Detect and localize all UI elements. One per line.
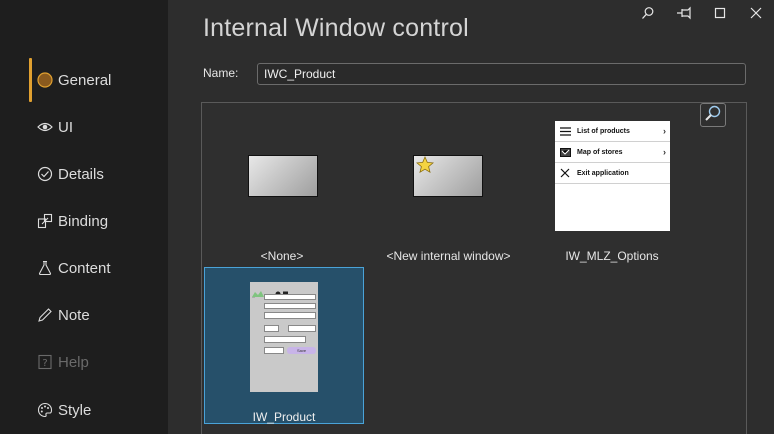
form-field (264, 312, 316, 319)
active-indicator (29, 58, 32, 102)
exit-icon (559, 168, 571, 178)
list-item: Exit application (555, 163, 670, 184)
menu-item-label: Map of stores (577, 148, 623, 156)
palette-icon (36, 401, 54, 419)
clock-icon (36, 165, 54, 183)
tile-caption: IW_Product (252, 410, 316, 424)
page-title: Internal Window control (203, 14, 469, 42)
close-icon (750, 6, 762, 24)
close-button[interactable] (738, 0, 774, 30)
tile-iw-mlz-options[interactable]: List of products › Map of stores › Exit … (542, 121, 682, 263)
blank-window-thumbnail (248, 155, 318, 197)
form-field (264, 347, 284, 354)
form-field (264, 303, 316, 309)
tile-iw-product[interactable]: — Save IW_Product (204, 267, 364, 424)
sidebar-item-binding[interactable]: Binding (36, 204, 108, 238)
chevron-right-icon: › (663, 147, 666, 157)
sidebar-item-label: Details (58, 165, 104, 183)
maximize-button[interactable] (702, 0, 738, 30)
list-item: List of products › (555, 121, 670, 142)
sidebar-item-style[interactable]: Style (36, 393, 91, 427)
window-controls (630, 0, 774, 30)
menu-item-label: Exit application (577, 169, 629, 177)
form-field (264, 325, 279, 332)
pencil-icon (36, 306, 54, 324)
sidebar-item-label: UI (58, 118, 73, 136)
circle-dot-icon (36, 71, 54, 89)
search-icon (641, 6, 655, 25)
field-label: — (252, 295, 255, 299)
form-field (264, 294, 316, 300)
sidebar-item-content[interactable]: Content (36, 251, 111, 285)
flask-icon (36, 259, 54, 277)
sidebar-item-note[interactable]: Note (36, 298, 90, 332)
sidebar-item-details[interactable]: Details (36, 157, 104, 191)
eye-icon (36, 118, 54, 136)
svg-text:?: ? (42, 358, 47, 369)
list-item: Map of stores › (555, 142, 670, 163)
sidebar: General UI Details Binding Content Note … (0, 0, 168, 434)
chevron-right-icon: › (663, 126, 666, 136)
tile-new-internal-window[interactable]: <New internal window> (376, 123, 521, 263)
product-form-thumbnail: — Save (250, 282, 318, 392)
map-icon (559, 147, 571, 157)
name-field[interactable] (257, 63, 746, 85)
sidebar-item-label: Binding (58, 212, 109, 230)
search-window-button[interactable] (630, 0, 666, 30)
form-field (264, 336, 306, 343)
pin-button[interactable] (666, 0, 702, 30)
tile-caption: IW_MLZ_Options (565, 249, 659, 263)
save-button: Save (287, 347, 316, 354)
star-icon (416, 155, 434, 179)
tile-caption: <New internal window> (386, 249, 511, 263)
gallery-search-button[interactable] (700, 103, 726, 127)
tile-none[interactable]: <None> (212, 123, 352, 263)
sidebar-item-help[interactable]: ? Help (36, 345, 89, 379)
sidebar-item-ui[interactable]: UI (36, 110, 73, 144)
options-thumbnail: List of products › Map of stores › Exit … (555, 121, 670, 231)
sidebar-item-label: Help (58, 353, 89, 371)
main-panel: Internal Window control Name: IWC_Produc… (168, 0, 774, 434)
sidebar-item-label: Content (58, 259, 111, 277)
sidebar-item-label: Note (58, 306, 90, 324)
new-window-thumbnail (413, 155, 483, 197)
sidebar-item-label: General (58, 71, 112, 89)
tile-caption: <None> (260, 249, 304, 263)
list-icon (559, 126, 571, 136)
sidebar-item-label: Style (58, 401, 92, 419)
form-field (288, 325, 316, 332)
maximize-icon (714, 6, 726, 24)
name-label: Name: (203, 66, 239, 80)
menu-item-label: List of products (577, 127, 630, 135)
sidebar-item-general[interactable]: General (36, 63, 111, 97)
magnifier-icon (704, 104, 722, 127)
binding-icon (36, 212, 54, 230)
pin-icon (676, 6, 692, 25)
help-icon: ? (36, 353, 54, 371)
